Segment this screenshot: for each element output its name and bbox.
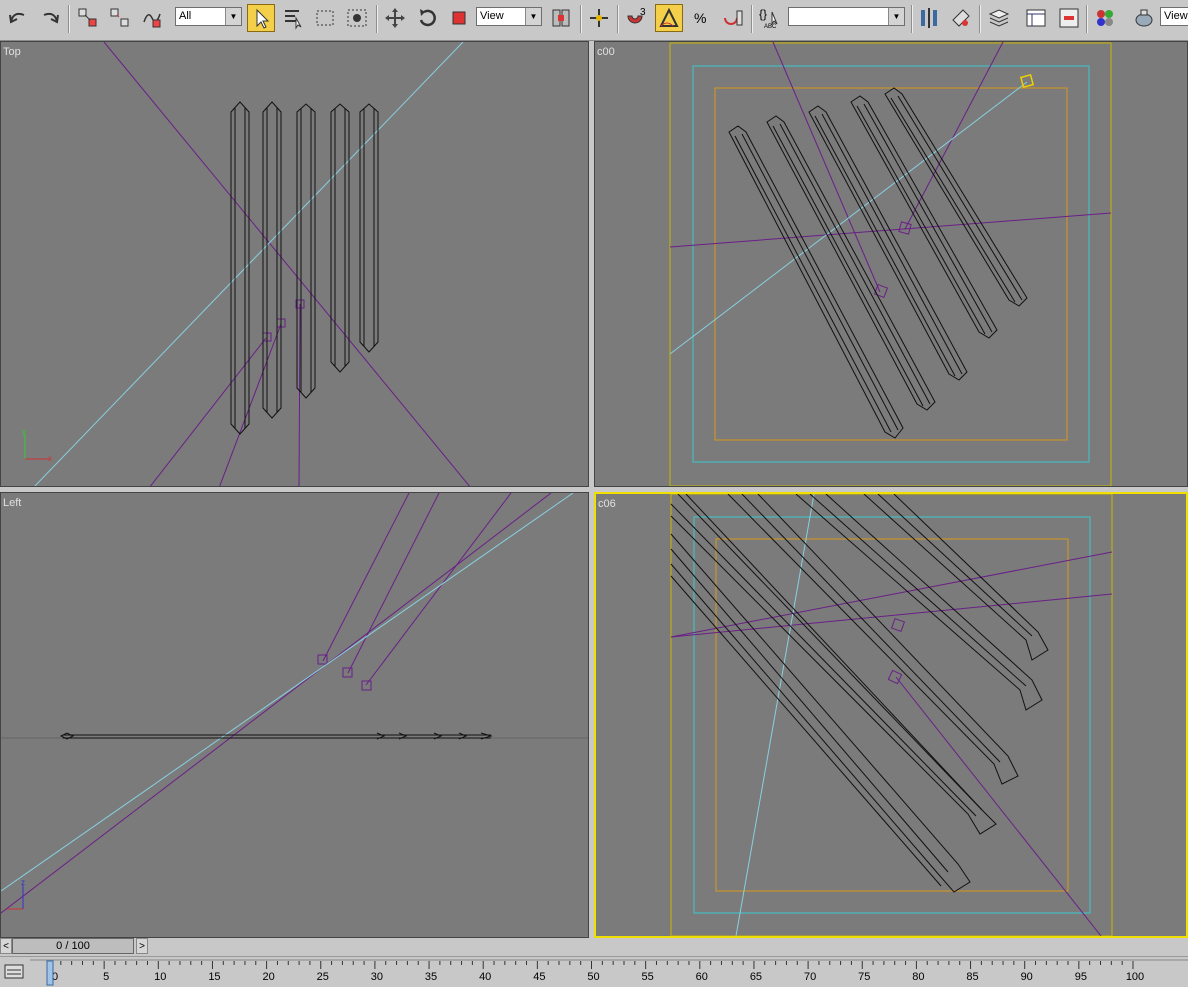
next-frame-button[interactable]: > <box>136 938 148 954</box>
viewport-label[interactable]: Left <box>3 497 21 509</box>
layer-manager-icon[interactable] <box>985 4 1013 32</box>
chevron-down-icon: ▼ <box>525 8 541 25</box>
pivot-center-icon[interactable] <box>547 4 575 32</box>
timeline-tick-label: 95 <box>1075 971 1087 983</box>
spinner-snap-icon[interactable] <box>719 4 747 32</box>
svg-text:y: y <box>22 427 26 436</box>
align-icon[interactable] <box>947 4 975 32</box>
timeline-tick-label: 30 <box>371 971 383 983</box>
chevron-down-icon: ▼ <box>225 8 241 25</box>
redo-icon[interactable] <box>36 4 64 32</box>
angle-snap-icon[interactable] <box>655 4 683 32</box>
timeline-tick-label: 60 <box>696 971 708 983</box>
svg-text:3: 3 <box>640 7 646 18</box>
timeline-tick-label: 20 <box>262 971 274 983</box>
viewport-label[interactable]: c00 <box>597 46 615 58</box>
svg-text:{}: {} <box>759 7 767 21</box>
render-view-value: View <box>1164 10 1188 22</box>
selection-filter-value: All <box>179 10 192 22</box>
edit-named-selections-icon[interactable]: {} ABC <box>756 4 784 32</box>
curve-editor-icon[interactable] <box>1022 4 1050 32</box>
timeline-tick-label: 25 <box>317 971 329 983</box>
time-slider-thumb[interactable]: 0 / 100 <box>12 938 134 954</box>
timeline-tick-label: 5 <box>103 971 109 983</box>
viewport-left-scene: z <box>1 493 588 914</box>
render-scene-icon[interactable] <box>1130 4 1158 32</box>
timeline-tick-label: 85 <box>966 971 978 983</box>
viewport-label[interactable]: c06 <box>598 498 616 510</box>
select-object-icon[interactable] <box>247 4 275 32</box>
material-editor-icon[interactable] <box>1091 4 1119 32</box>
percent-snap-icon[interactable]: % <box>687 4 715 32</box>
axis-tripod-icon: y x <box>22 427 52 463</box>
timeline-ruler[interactable]: 0 5 10 15 20 25 30 35 40 45 50 55 60 65 70 75 80 85 90 95 10… <box>0 957 1188 987</box>
undo-icon[interactable] <box>4 4 32 32</box>
viewport-camera-c00[interactable]: c00 <box>594 41 1188 487</box>
chevron-down-icon: ▼ <box>888 8 904 25</box>
viewport-left[interactable]: Left z <box>0 492 589 938</box>
svg-text:ABC: ABC <box>764 24 777 30</box>
mirror-icon[interactable] <box>915 4 943 32</box>
timeline-tick-label: 50 <box>587 971 599 983</box>
window-crossing-icon[interactable] <box>343 4 371 32</box>
timeline-tick-label: 40 <box>479 971 491 983</box>
timeline-tick-label: 75 <box>858 971 870 983</box>
timeline-tick-label: 15 <box>208 971 220 983</box>
viewport-c06-scene <box>670 494 1113 936</box>
timeline-tick-label: 90 <box>1021 971 1033 983</box>
select-by-name-icon[interactable] <box>279 4 307 32</box>
named-selection-dropdown[interactable]: ▼ <box>788 7 905 26</box>
snaps-toggle-icon[interactable]: 3 <box>622 4 650 32</box>
viewport-top-scene: y x <box>22 42 471 486</box>
schematic-view-icon[interactable] <box>1055 4 1083 32</box>
timeline-tick-label: 100 <box>1126 971 1144 983</box>
scale-icon[interactable] <box>445 4 473 32</box>
svg-text:%: % <box>694 10 706 26</box>
time-slider-track[interactable]: < 0 / 100 > <box>0 938 152 955</box>
rotate-icon[interactable] <box>413 4 441 32</box>
svg-text:x: x <box>48 454 52 463</box>
manipulate-icon[interactable] <box>585 4 613 32</box>
selection-filter-dropdown[interactable]: All ▼ <box>175 7 242 26</box>
axis-tripod-icon: z <box>7 878 25 910</box>
svg-text:z: z <box>21 878 25 887</box>
viewport-camera-c06[interactable]: c06 <box>594 492 1188 938</box>
current-frame-marker[interactable] <box>46 960 54 986</box>
bind-to-space-warp-icon[interactable] <box>138 4 166 32</box>
timeline-tick-label: 45 <box>533 971 545 983</box>
reference-coordinate-dropdown[interactable]: View ▼ <box>476 7 542 26</box>
time-slider[interactable]: < 0 / 100 > <box>0 938 1188 956</box>
viewport-top[interactable]: Top y x <box>0 41 589 487</box>
timeline-tick-label: 80 <box>912 971 924 983</box>
timeline[interactable]: 0 5 10 15 20 25 30 35 40 45 50 55 60 65 70 75 80 85 90 95 10… <box>0 956 1188 987</box>
timeline-tick-label: 70 <box>804 971 816 983</box>
move-icon[interactable] <box>381 4 409 32</box>
rectangular-selection-icon[interactable] <box>311 4 339 32</box>
coord-system-value: View <box>480 10 504 22</box>
timeline-tick-label: 65 <box>750 971 762 983</box>
select-and-link-icon[interactable] <box>74 4 102 32</box>
previous-frame-button[interactable]: < <box>0 938 12 954</box>
timeline-tick-label: 35 <box>425 971 437 983</box>
timeline-tick-label: 10 <box>154 971 166 983</box>
render-view-dropdown[interactable]: View <box>1160 7 1188 26</box>
viewport-c00-scene <box>669 42 1112 486</box>
viewport-label[interactable]: Top <box>3 46 21 58</box>
main-toolbar: All ▼ View ▼ 3 % {} ABC ▼ View <box>0 0 1188 41</box>
timeline-tick-label: 55 <box>642 971 654 983</box>
unlink-selection-icon[interactable] <box>106 4 134 32</box>
